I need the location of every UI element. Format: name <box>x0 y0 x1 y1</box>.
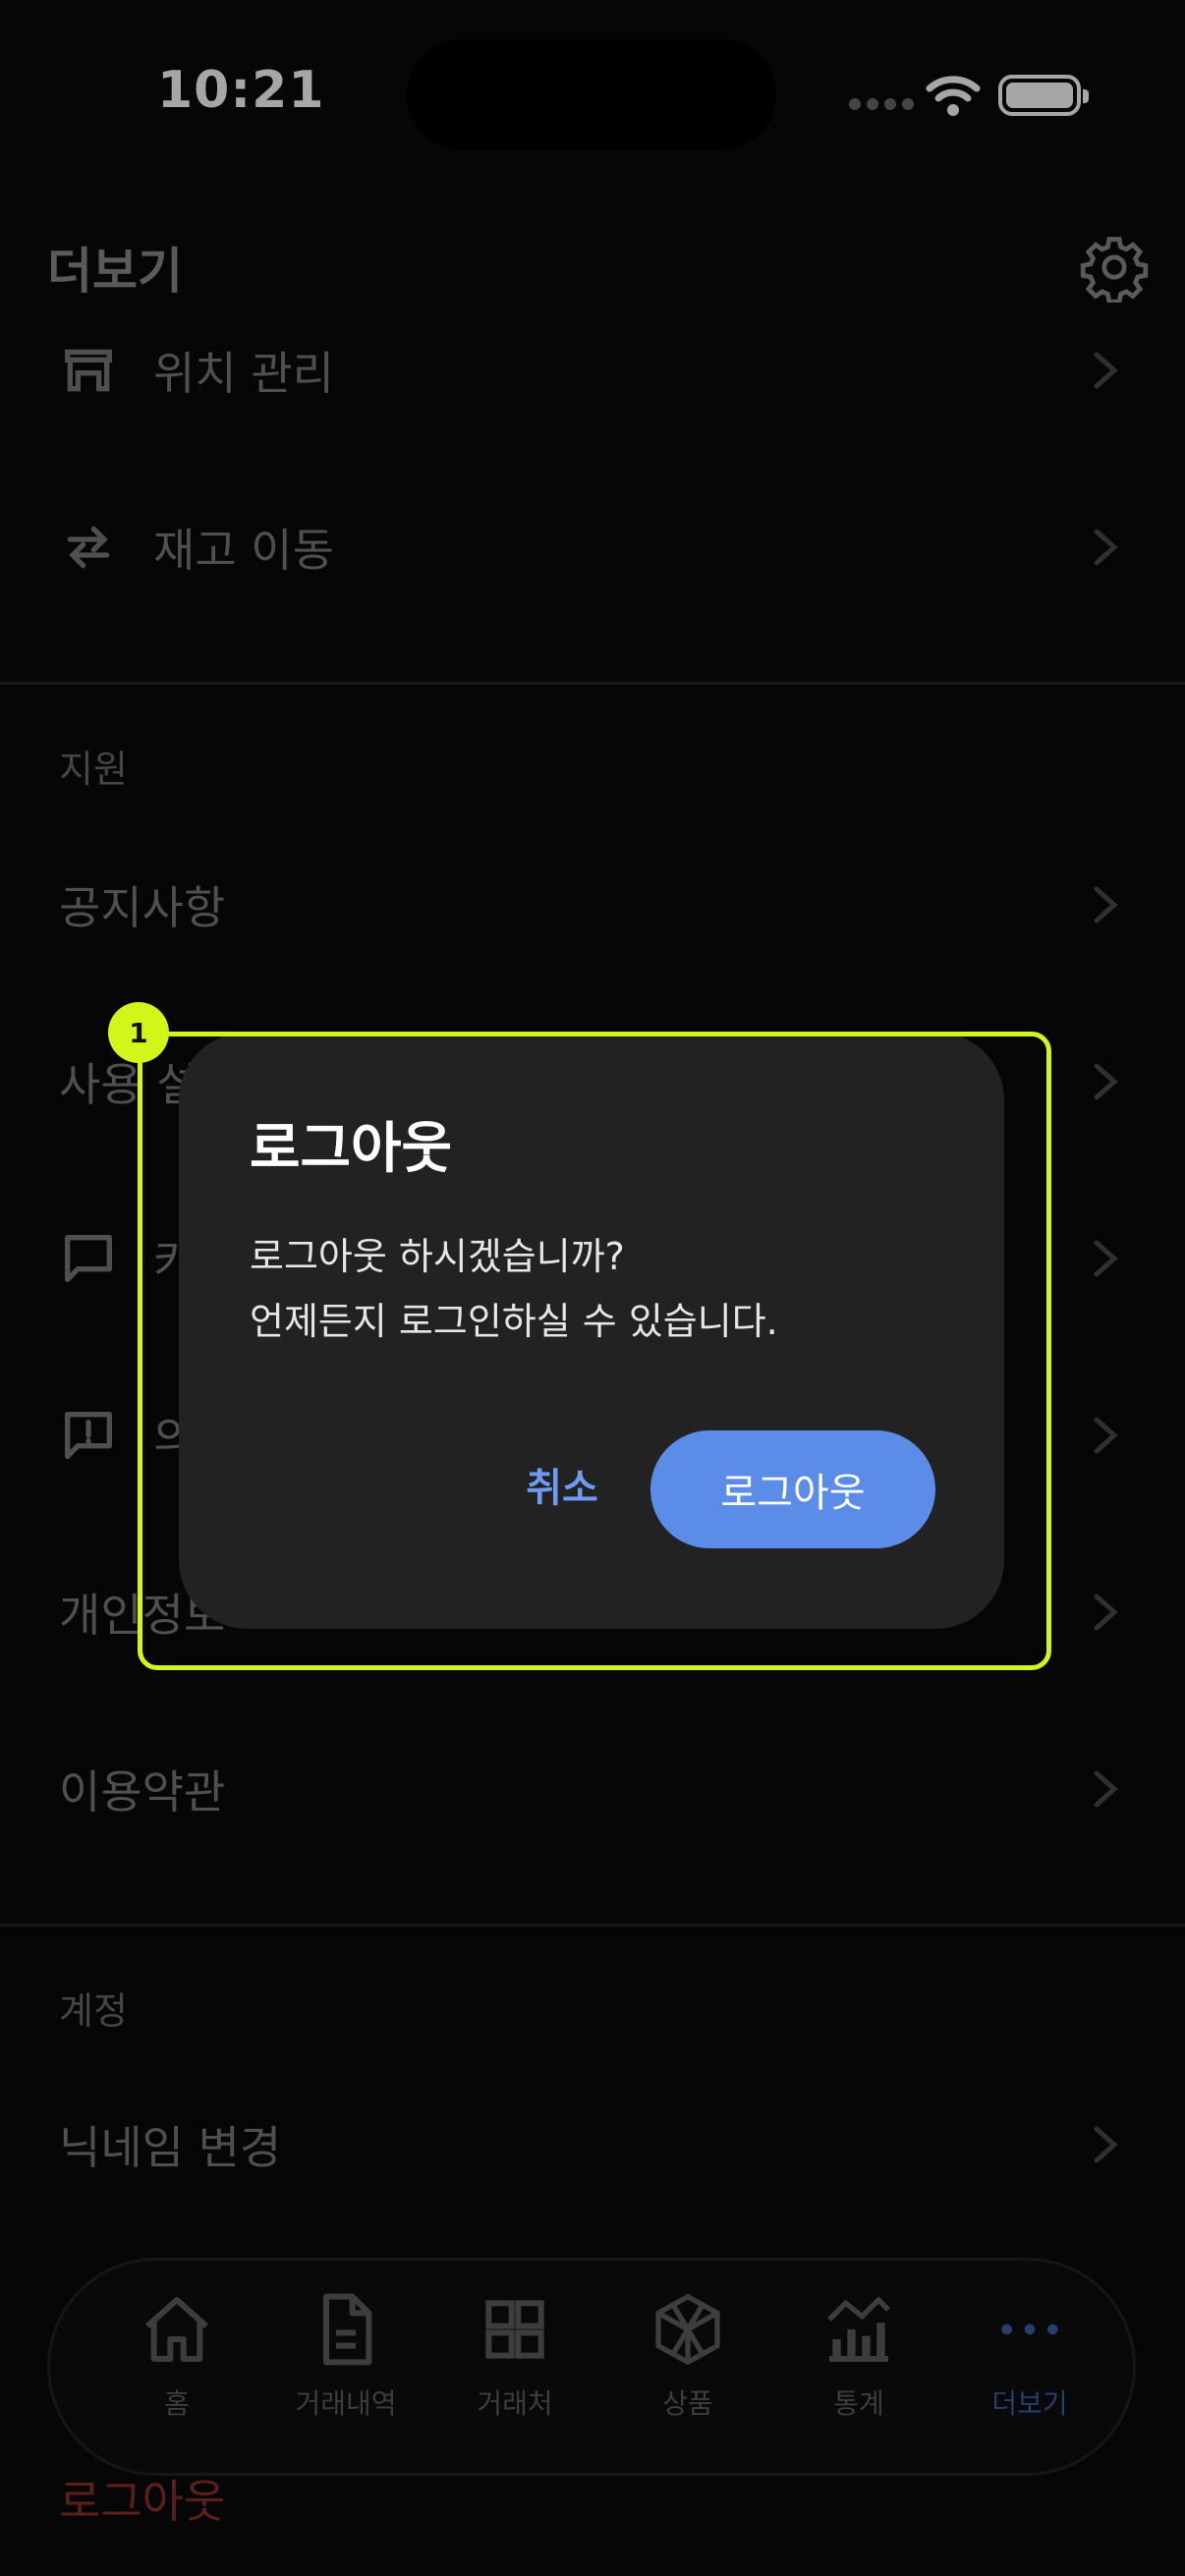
annotation-badge: 1 <box>108 1002 169 1063</box>
annotation-highlight-box <box>138 1032 1051 1670</box>
